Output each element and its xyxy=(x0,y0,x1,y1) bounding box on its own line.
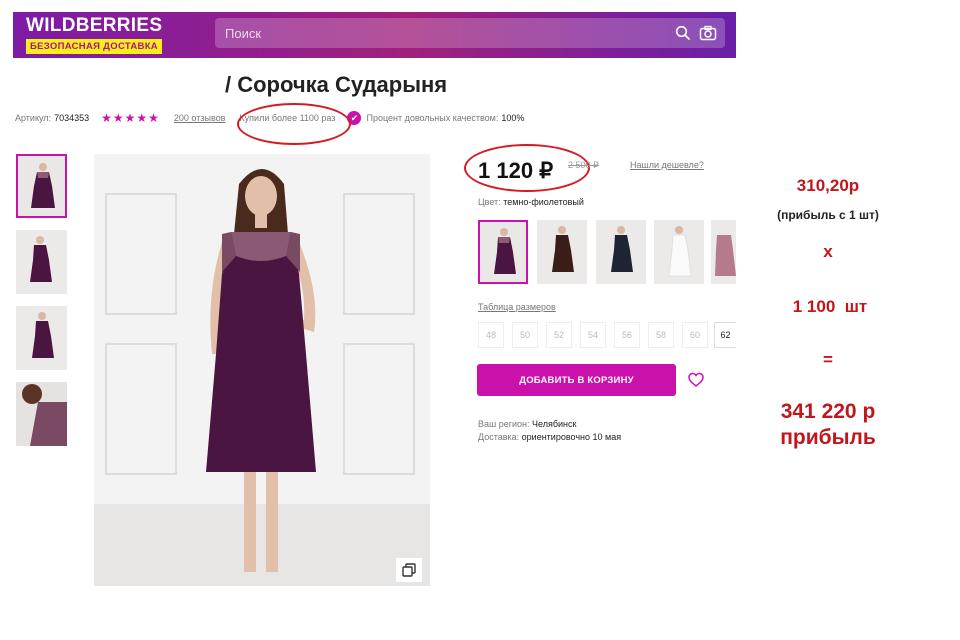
copy-icon xyxy=(402,563,416,577)
size-table-link[interactable]: Таблица размеров xyxy=(478,302,556,312)
main-product-image[interactable] xyxy=(94,154,430,586)
zoom-button[interactable] xyxy=(396,558,422,582)
swatch-photo-2 xyxy=(537,220,587,284)
color-value: темно-фиолетовый xyxy=(503,197,584,207)
price: 1 120 ₽ xyxy=(478,158,554,183)
thumbnail-4[interactable] xyxy=(16,382,67,446)
delivery-label: Доставка: xyxy=(478,432,520,442)
logo[interactable]: WILDBERRIES БЕЗОПАСНАЯ ДОСТАВКА xyxy=(26,16,177,54)
article-number: 7034353 xyxy=(54,113,90,123)
found-cheaper-link[interactable]: Нашли дешевле? xyxy=(630,160,704,170)
size-58[interactable]: 58 xyxy=(648,322,674,348)
dress-photo-thumb-2 xyxy=(16,230,67,294)
thumbnail-1[interactable] xyxy=(16,154,67,218)
delivery-line: Доставка: ориентировочно 10 мая xyxy=(478,431,621,444)
dress-photo-thumb-3 xyxy=(16,306,67,370)
logo-tagline: БЕЗОПАСНАЯ ДОСТАВКА xyxy=(26,39,162,54)
swatch-photo-1 xyxy=(480,222,526,282)
delivery-value: ориентировочно 10 мая xyxy=(521,432,622,442)
equals-sign: = xyxy=(823,350,833,369)
search-input[interactable] xyxy=(225,18,645,48)
profit-per-unit-note: (прибыль с 1 шт) xyxy=(777,208,879,222)
size-52[interactable]: 52 xyxy=(546,322,572,348)
total-profit-label: прибыль xyxy=(780,426,876,449)
header-bar: WILDBERRIES БЕЗОПАСНАЯ ДОСТАВКА xyxy=(13,12,736,58)
delivery-info: Ваш регион: Челябинск Доставка: ориентир… xyxy=(478,418,621,444)
rating-stars: ★★★★★ xyxy=(101,111,160,125)
color-swatch-brown[interactable] xyxy=(537,220,587,284)
swatch-photo-4 xyxy=(654,220,704,284)
thumbnail-3[interactable] xyxy=(16,306,67,370)
region-line: Ваш регион: Челябинск xyxy=(478,418,621,431)
search-bar xyxy=(215,18,725,48)
size-56[interactable]: 56 xyxy=(614,322,640,348)
color-swatch-navy[interactable] xyxy=(596,220,646,284)
dress-photo xyxy=(94,154,430,586)
color-swatch-purple[interactable] xyxy=(478,220,528,284)
color-swatch-pink[interactable] xyxy=(711,220,736,284)
bought-count: Купили более 1100 раз xyxy=(239,113,336,123)
quality-label: Процент довольных качеством: xyxy=(366,113,499,123)
size-60[interactable]: 60 xyxy=(682,322,708,348)
total-profit: 341 220 р xyxy=(780,400,876,423)
search-icon[interactable] xyxy=(675,25,691,41)
check-icon: ✔ xyxy=(347,111,362,125)
size-54[interactable]: 54 xyxy=(580,322,606,348)
color-label: Цвет: xyxy=(478,197,501,207)
thumbnail-2[interactable] xyxy=(16,230,67,294)
color-swatch-white[interactable] xyxy=(654,220,704,284)
color-info: Цвет: темно-фиолетовый xyxy=(478,197,584,207)
page: WILDBERRIES БЕЗОПАСНАЯ ДОСТАВКА / Сорочк… xyxy=(0,0,960,640)
article-label: Артикул: xyxy=(15,113,52,123)
swatch-photo-3 xyxy=(596,220,646,284)
dress-photo-thumb-4 xyxy=(16,382,67,446)
multiply-sign: х xyxy=(823,242,833,261)
logo-text: WILDBERRIES xyxy=(26,15,163,36)
size-62[interactable]: 62 xyxy=(714,322,736,348)
quality-value: 100% xyxy=(501,113,525,123)
add-to-cart-button[interactable]: ДОБАВИТЬ В КОРЗИНУ xyxy=(477,364,676,396)
product-meta: Артикул: 7034353 ★★★★★ 200 отзывов Купил… xyxy=(15,111,524,125)
region-label: Ваш регион: xyxy=(478,419,530,429)
heart-icon[interactable] xyxy=(688,372,704,388)
product-title: / Сорочка Сударыня xyxy=(225,72,448,97)
old-price: 2 500 ₽ xyxy=(568,160,599,170)
camera-icon[interactable] xyxy=(699,25,717,41)
region-value[interactable]: Челябинск xyxy=(532,419,576,429)
reviews-link[interactable]: 200 отзывов xyxy=(174,113,226,123)
swatch-photo-5 xyxy=(711,220,736,284)
dress-photo-thumb-1 xyxy=(18,156,65,216)
profit-per-unit: 310,20р xyxy=(796,176,860,195)
quantity: 1 100 шт xyxy=(792,297,868,316)
size-50[interactable]: 50 xyxy=(512,322,538,348)
size-48[interactable]: 48 xyxy=(478,322,504,348)
